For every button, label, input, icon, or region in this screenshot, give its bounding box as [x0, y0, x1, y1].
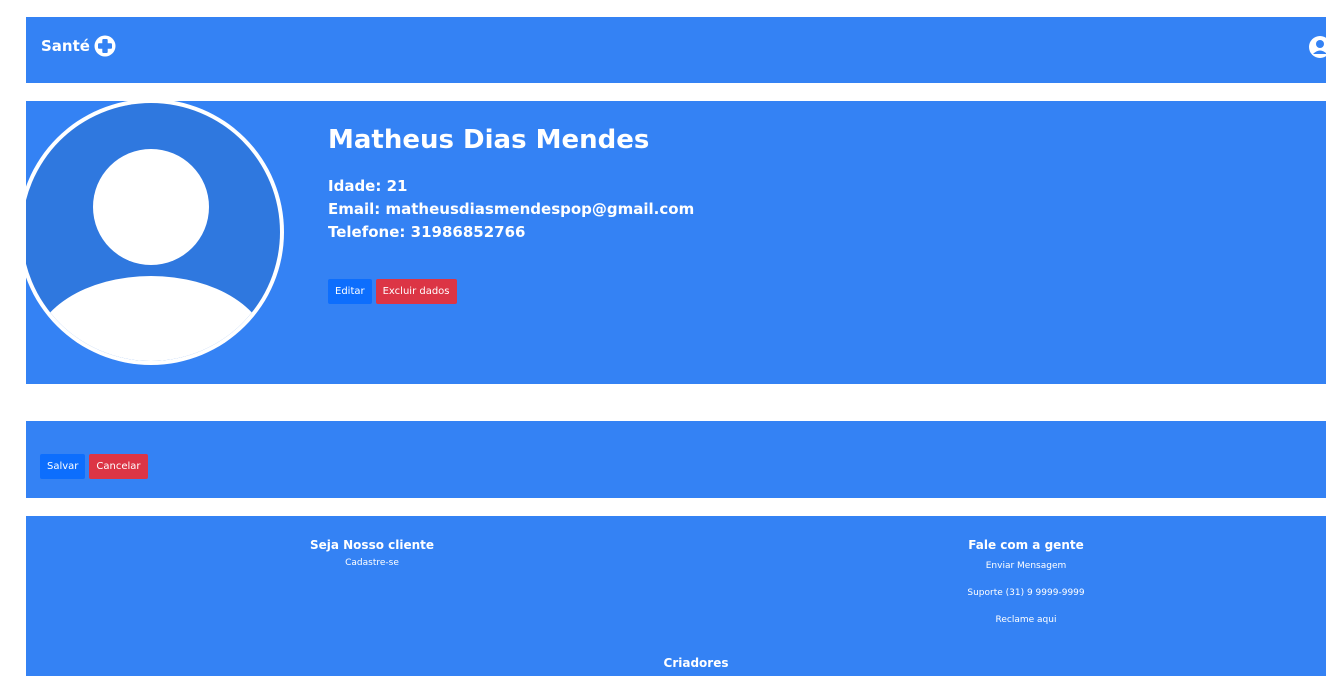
profile-card: Matheus Dias Mendes Idade: 21 Email: mat…: [26, 101, 1326, 384]
profile-actions: Editar Excluir dados: [328, 279, 694, 304]
footer-signup-link[interactable]: Cadastre-se: [282, 558, 462, 568]
footer-send-message-link[interactable]: Enviar Mensagem: [936, 561, 1116, 571]
delete-data-button[interactable]: Excluir dados: [375, 279, 457, 304]
form-actions: Salvar Cancelar: [40, 454, 148, 479]
brand[interactable]: Santé: [41, 35, 116, 57]
profile-phone: Telefone: 31986852766: [328, 223, 526, 241]
footer-complaint-link[interactable]: Reclame aqui: [936, 615, 1116, 625]
plus-circle-icon: [94, 35, 116, 57]
user-circle-icon[interactable]: [1308, 35, 1326, 59]
profile-age: Idade: 21: [328, 177, 408, 195]
footer-contact-column: Fale com a gente Enviar Mensagem Suporte…: [936, 538, 1116, 625]
footer-support-link[interactable]: Suporte (31) 9 9999-9999: [936, 588, 1116, 598]
save-button[interactable]: Salvar: [40, 454, 86, 479]
brand-name: Santé: [41, 37, 90, 55]
footer-creators-title: Criadores: [663, 656, 729, 670]
profile-name: Matheus Dias Mendes: [328, 125, 650, 155]
footer-customer-title: Seja Nosso cliente: [309, 538, 435, 552]
form-actions-bar: Salvar Cancelar: [26, 421, 1326, 498]
profile-info: Matheus Dias Mendes Idade: 21 Email: mat…: [328, 125, 694, 304]
navbar: Santé: [26, 17, 1326, 83]
footer-customer-column: Seja Nosso cliente Cadastre-se: [282, 538, 462, 568]
footer-contact-title: Fale com a gente: [968, 538, 1084, 552]
cancel-button[interactable]: Cancelar: [89, 454, 148, 479]
edit-button[interactable]: Editar: [328, 279, 372, 304]
footer: Seja Nosso cliente Cadastre-se Fale com …: [26, 516, 1326, 676]
profile-email: Email: matheusdiasmendespop@gmail.com: [328, 200, 695, 218]
avatar: [26, 101, 284, 365]
